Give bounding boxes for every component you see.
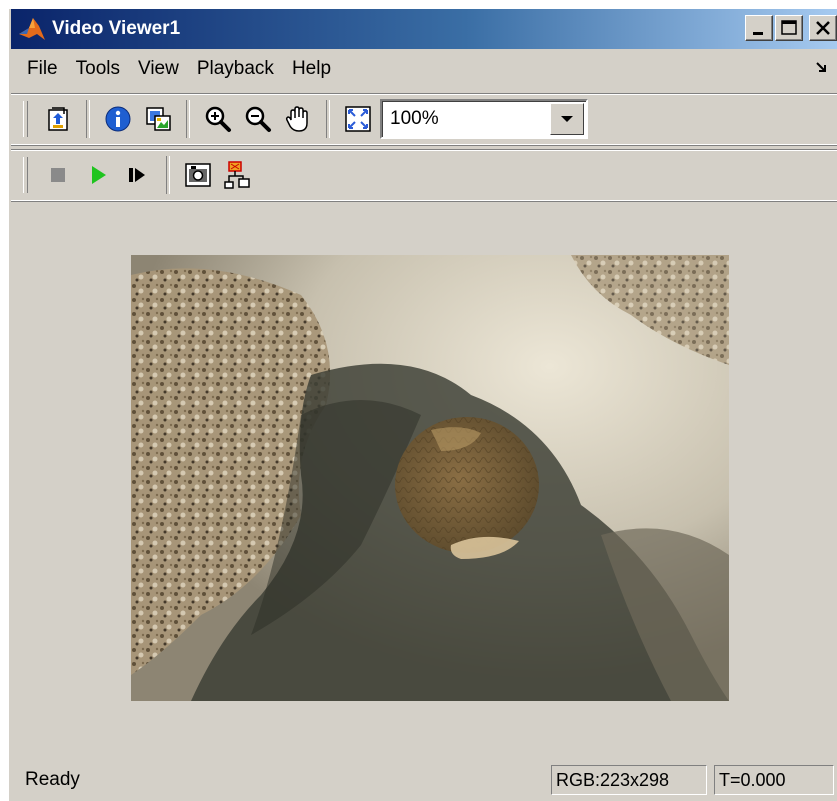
zoom-in-icon xyxy=(205,106,231,132)
menu-view[interactable]: View xyxy=(129,58,188,80)
menu-tools[interactable]: Tools xyxy=(67,58,129,80)
new-window-icon xyxy=(48,107,68,131)
image-size-readout: RGB:223x298 xyxy=(551,765,707,795)
snapshot-button[interactable] xyxy=(181,158,215,192)
step-forward-icon xyxy=(129,168,145,182)
info-icon xyxy=(105,106,131,132)
chevron-down-icon xyxy=(561,116,573,122)
menu-help[interactable]: Help xyxy=(283,58,340,80)
toolbar-separator xyxy=(166,156,170,194)
play-button[interactable] xyxy=(81,158,115,192)
status-bar: Ready RGB:223x298 T=0.000 xyxy=(9,759,837,801)
maximize-icon xyxy=(781,20,797,35)
toolbar-grip[interactable] xyxy=(23,157,28,193)
fit-to-window-icon xyxy=(345,106,371,132)
time-readout: T=0.000 xyxy=(714,765,834,795)
main-toolbar: 100% xyxy=(11,93,837,145)
toolbar-separator xyxy=(86,100,90,138)
pan-button[interactable] xyxy=(281,102,315,136)
video-info-button[interactable] xyxy=(141,102,175,136)
pan-hand-icon xyxy=(285,106,308,132)
snapshot-camera-icon xyxy=(185,163,211,187)
image-size-value: RGB:223x298 xyxy=(556,769,670,790)
video-info-icon xyxy=(146,107,171,131)
video-display-area[interactable] xyxy=(11,205,837,755)
time-value: T=0.000 xyxy=(719,769,786,790)
fit-to-window-button[interactable] xyxy=(341,102,375,136)
highlight-block-button[interactable] xyxy=(221,158,255,192)
playback-toolbar xyxy=(11,149,837,201)
close-button[interactable] xyxy=(809,15,837,41)
video-viewer-window: Video Viewer1 File Tools View Playback H… xyxy=(8,8,837,801)
zoom-out-icon xyxy=(245,106,271,132)
toolbar-separator xyxy=(326,100,330,138)
minimize-button[interactable] xyxy=(745,15,773,41)
matlab-logo-icon xyxy=(19,18,45,40)
toolbar-grip[interactable] xyxy=(23,101,28,137)
step-forward-button[interactable] xyxy=(121,158,155,192)
minimize-icon xyxy=(753,32,763,35)
stop-button[interactable] xyxy=(41,158,75,192)
new-window-button[interactable] xyxy=(41,102,75,136)
zoom-in-button[interactable] xyxy=(201,102,235,136)
zoom-level-value: 100% xyxy=(390,108,439,129)
stop-icon xyxy=(51,168,65,182)
menu-bar: File Tools View Playback Help xyxy=(9,49,837,89)
video-frame-image[interactable] xyxy=(131,255,729,701)
info-button[interactable] xyxy=(101,102,135,136)
close-icon xyxy=(816,21,830,35)
status-text: Ready xyxy=(25,769,80,790)
toolbar-separator xyxy=(186,100,190,138)
play-icon xyxy=(92,166,106,184)
menu-file[interactable]: File xyxy=(9,58,67,80)
zoom-dropdown-button[interactable] xyxy=(550,103,584,135)
window-title: Video Viewer1 xyxy=(52,18,181,39)
zoom-out-button[interactable] xyxy=(241,102,275,136)
highlight-block-icon xyxy=(224,161,250,189)
menu-playback[interactable]: Playback xyxy=(188,58,283,80)
maximize-button[interactable] xyxy=(775,15,803,41)
zoom-level-select[interactable]: 100% xyxy=(380,99,588,139)
dock-arrow-icon[interactable] xyxy=(815,61,829,75)
title-bar[interactable]: Video Viewer1 xyxy=(11,9,837,49)
